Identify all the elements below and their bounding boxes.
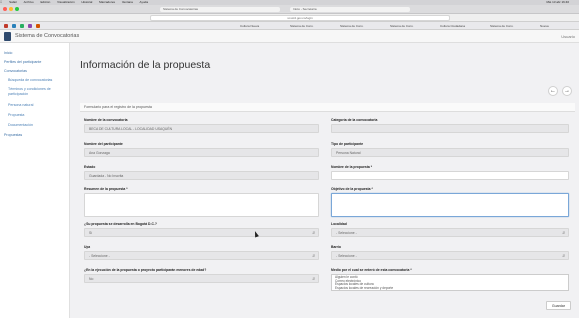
barrio-value: - Seleccione -: [336, 254, 357, 258]
sidebar-item-persona-natural[interactable]: Persona natural: [8, 103, 33, 107]
ejecucion-select[interactable]: No ⇵: [84, 274, 319, 283]
bookmark-link[interactable]: Sistema de Conv.: [340, 24, 363, 28]
medio-multiselect[interactable]: Alguien le contó Correo electrónico Espa…: [331, 274, 569, 291]
app-title: Sistema de Convocatorias: [15, 33, 80, 39]
resumen-textarea[interactable]: [84, 193, 319, 217]
sidebar-item-inicio[interactable]: Inicio: [4, 51, 12, 55]
bogota-label: ¿Su propuesta se desarrolla en Bogotá D.…: [84, 222, 157, 226]
bookmark-icon[interactable]: [20, 24, 24, 28]
chevron-down-icon: ⇵: [312, 277, 315, 281]
sidebar-item-terminos-cont[interactable]: participación: [8, 92, 28, 96]
app-header: Sistema de Convocatorias Usuario: [0, 30, 579, 43]
nombre-propuesta-label: Nombre de la propuesta *: [331, 165, 373, 169]
sidebar-item-terminos[interactable]: Términos y condiciones de: [8, 87, 51, 91]
medio-label: Medio por el cual se enteró de esta conv…: [331, 268, 412, 272]
barrio-label: Barrio: [331, 245, 341, 249]
menu-item[interactable]: Safari: [9, 0, 17, 4]
minimize-window-icon[interactable]: [9, 7, 13, 11]
sidebar-item-propuestas[interactable]: Propuestas: [4, 133, 22, 137]
menu-item[interactable]: Visualización: [57, 0, 74, 4]
upz-label: Upz: [84, 245, 91, 249]
objetivo-textarea[interactable]: [331, 193, 569, 217]
bogota-select[interactable]: Sí ⇵: [84, 228, 319, 237]
page-title: Información de la propuesta: [80, 59, 211, 71]
zoom-window-icon[interactable]: [15, 7, 19, 11]
sidebar-item-busqueda[interactable]: Búsqueda de convocatorias: [8, 78, 52, 82]
participante-label: Nombre del participante: [84, 142, 123, 146]
barrio-select[interactable]: - Seleccione - ⇵: [331, 251, 569, 260]
objetivo-label: Objetivo de la propuesta *: [331, 187, 373, 191]
estado-field[interactable]: Guardada - No Inscrita: [84, 171, 319, 180]
medio-option[interactable]: Espacios locales de recreación y deporte: [335, 286, 565, 291]
browser-tab-bar: Sistema de Convocatorias Inicio - Secret…: [0, 5, 579, 14]
bookmark-link[interactable]: Sistema de Conv.: [290, 24, 313, 28]
menu-item[interactable]: Marcadores: [99, 0, 115, 4]
convocatoria-field[interactable]: BECA DE CULTURA LOCAL - LOCALIDAD USAQUÉ…: [84, 124, 319, 133]
bogota-value: Sí: [89, 231, 93, 235]
menu-item[interactable]: Ayuda: [140, 0, 148, 4]
localidad-select[interactable]: - Seleccione - ⇵: [331, 228, 569, 237]
categoria-label: Categoría de la convocatoria: [331, 118, 378, 122]
forward-arrow-icon[interactable]: →: [562, 86, 572, 96]
upz-value: - Seleccione -: [89, 254, 110, 258]
user-menu[interactable]: Usuario: [561, 34, 575, 39]
resumen-label: Resumen de la propuesta *: [84, 187, 128, 191]
address-bar-row: si.scrd.gov.co/login: [0, 14, 579, 22]
address-bar[interactable]: si.scrd.gov.co/login: [150, 15, 450, 21]
main-content: Información de la propuesta ← → Formular…: [70, 43, 579, 318]
tipo-label: Tipo de participante: [331, 142, 364, 146]
bookmark-link[interactable]: Cultura Ciudadana: [440, 24, 465, 28]
participante-field[interactable]: Ana Gonzaga: [84, 148, 319, 157]
convocatoria-label: Nombre de la convocatoria: [84, 118, 128, 122]
browser-tab[interactable]: Inicio - Secretaría: [290, 7, 410, 12]
sidebar-item-documentacion[interactable]: Documentación: [8, 123, 33, 127]
sidebar-item-convocatorias[interactable]: Convocatorias: [4, 69, 27, 73]
apple-icon[interactable]: : [0, 0, 2, 4]
localidad-label: Localidad: [331, 222, 347, 226]
localidad-value: - Seleccione -: [336, 231, 357, 235]
sidebar-item-perfiles[interactable]: Perfiles del participante: [4, 60, 41, 64]
bookmark-icon[interactable]: [36, 24, 40, 28]
chevron-down-icon: ⇵: [312, 254, 315, 258]
bookmark-link[interactable]: Nueva: [540, 24, 549, 28]
close-window-icon[interactable]: [3, 7, 7, 11]
form-title: Formulario para el registro de la propue…: [80, 103, 575, 112]
bookmark-icon[interactable]: [4, 24, 8, 28]
menu-item[interactable]: Historial: [81, 0, 92, 4]
app-logo: [4, 32, 11, 41]
bookmark-icon[interactable]: [28, 24, 32, 28]
chevron-down-icon: ⇵: [312, 231, 315, 235]
bookmark-link[interactable]: Cultura Nueva: [240, 24, 259, 28]
bookmark-link[interactable]: Sistema de Conv.: [390, 24, 413, 28]
chevron-down-icon: ⇵: [562, 231, 565, 235]
sidebar: Inicio Perfiles del participante Convoca…: [0, 43, 70, 318]
upz-select[interactable]: - Seleccione - ⇵: [84, 251, 319, 260]
bookmark-icon[interactable]: [12, 24, 16, 28]
bookmark-link[interactable]: Sistema de Conv.: [490, 24, 513, 28]
tipo-field[interactable]: Persona Natural: [331, 148, 569, 157]
browser-tab[interactable]: Sistema de Convocatorias: [160, 7, 280, 12]
menu-item[interactable]: Archivo: [24, 0, 34, 4]
nombre-propuesta-input[interactable]: [331, 171, 569, 180]
back-arrow-icon[interactable]: ←: [548, 86, 558, 96]
ejecucion-value: No: [89, 277, 94, 281]
menu-item[interactable]: Edición: [40, 0, 50, 4]
categoria-field[interactable]: [331, 124, 569, 133]
chevron-down-icon: ⇵: [562, 254, 565, 258]
menu-item[interactable]: Ventana: [122, 0, 133, 4]
estado-label: Estado: [84, 165, 96, 169]
ejecucion-label: ¿En la ejecución de la propuesta o proye…: [84, 268, 207, 272]
save-button[interactable]: Guardar: [545, 301, 571, 310]
sidebar-item-propuesta[interactable]: Propuesta: [8, 113, 24, 117]
bookmarks-bar: Cultura Nueva Sistema de Conv. Sistema d…: [0, 22, 579, 30]
